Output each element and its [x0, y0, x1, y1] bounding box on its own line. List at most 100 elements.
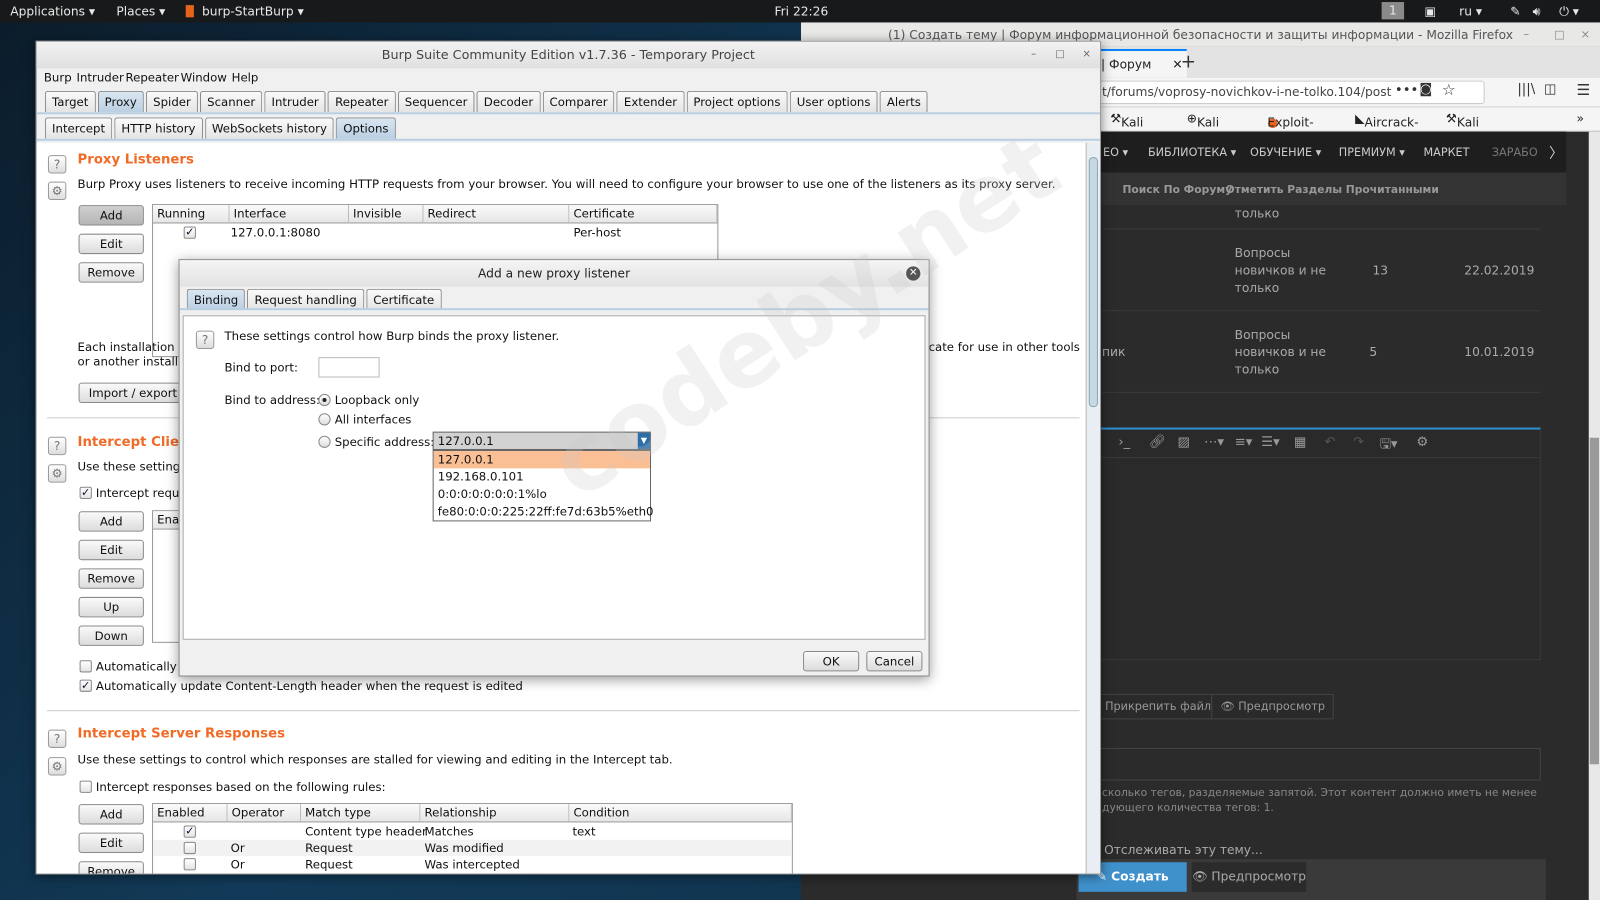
column-header[interactable]: Operator: [227, 804, 302, 823]
scrollbar-thumb[interactable]: [1589, 437, 1599, 765]
chevron-down-icon[interactable]: ▼: [637, 432, 650, 449]
page-scrollbar[interactable]: [1588, 131, 1600, 900]
tab-intruder[interactable]: Intruder: [264, 90, 326, 113]
tab-alerts[interactable]: Alerts: [879, 90, 929, 113]
applications-menu[interactable]: Applications ▾: [10, 4, 95, 18]
bookmark-kali-tools[interactable]: ⊕ Kali Tools: [1187, 111, 1227, 144]
overflow-chevron-icon[interactable]: »: [1577, 111, 1584, 125]
menu-intruder[interactable]: Intruder: [77, 70, 124, 84]
specific-address-radio[interactable]: [318, 435, 331, 448]
scrollbar-thumb[interactable]: [1088, 157, 1098, 408]
pen-icon[interactable]: ✎: [1510, 4, 1520, 18]
tab-target[interactable]: Target: [44, 90, 96, 113]
search-forum-link[interactable]: Поиск По Форуму: [1122, 184, 1232, 196]
response-rules-table[interactable]: Enabled Operator Match type Relationship…: [152, 803, 793, 874]
nav-next-icon[interactable]: 〉: [1549, 143, 1563, 163]
maximize-icon[interactable]: □: [1053, 48, 1067, 62]
help-icon[interactable]: ?: [47, 729, 67, 748]
more-icon[interactable]: •••: [1395, 83, 1418, 98]
tags-input[interactable]: [1096, 747, 1541, 781]
auto-update-checkbox[interactable]: ✓: [79, 679, 92, 692]
ok-button[interactable]: OK: [803, 651, 860, 672]
gear-icon[interactable]: ⚙: [47, 464, 67, 483]
pocket-icon[interactable]: ◙: [1419, 82, 1432, 97]
help-icon[interactable]: ?: [47, 436, 67, 456]
tab-spider[interactable]: Spider: [146, 90, 198, 113]
rule-enabled-checkbox[interactable]: ✓: [183, 826, 196, 838]
port-input[interactable]: [318, 357, 380, 378]
remove-rule-button[interactable]: Remove: [78, 568, 144, 589]
column-header[interactable]: Running: [153, 205, 230, 224]
address-option[interactable]: 192.168.0.101: [434, 468, 650, 485]
more-icon[interactable]: ⋯▾: [1204, 435, 1224, 450]
rule-enabled-checkbox[interactable]: [183, 841, 196, 855]
sidebar-icon[interactable]: ◫: [1544, 82, 1557, 97]
edit-rule-button[interactable]: Edit: [78, 539, 144, 561]
power-icon[interactable]: ⏻ ▾: [1559, 4, 1579, 19]
preview-button[interactable]: 👁︎ Предпросмотр: [1211, 693, 1335, 720]
minimize-icon[interactable]: –: [1027, 48, 1041, 62]
tab-user-options[interactable]: User options: [789, 90, 878, 113]
link-icon[interactable]: 🔗︎: [1149, 435, 1166, 450]
redo-icon[interactable]: ↷: [1353, 435, 1364, 450]
browser-tab[interactable]: | Форум ✕: [1096, 48, 1187, 78]
image-icon[interactable]: ▨: [1178, 435, 1191, 450]
code-icon[interactable]: ›_: [1118, 435, 1130, 450]
tab-sequencer[interactable]: Sequencer: [397, 90, 475, 113]
forum-row[interactable]: Вопросы новичков и не только 13 22.02.20…: [1102, 230, 1541, 312]
column-header[interactable]: Redirect: [423, 205, 570, 224]
save-draft-icon[interactable]: 🖫▾: [1380, 435, 1398, 457]
vertical-scrollbar[interactable]: [1085, 142, 1100, 874]
clock[interactable]: Fri 22:26: [774, 4, 828, 18]
help-icon[interactable]: ?: [195, 330, 215, 349]
column-header[interactable]: Condition: [569, 804, 792, 823]
bookmark-kali-docs[interactable]: ⚒ Kali Docs: [1110, 111, 1151, 144]
intercept-responses-checkbox[interactable]: [79, 780, 92, 793]
address-combobox[interactable]: 127.0.0.1 ▼: [432, 431, 652, 450]
subtab-options[interactable]: Options: [336, 117, 396, 139]
forum-row[interactable]: пик Вопросы новичков и не только 5 10.01…: [1102, 311, 1541, 393]
places-menu[interactable]: Places ▾: [116, 4, 165, 18]
nav-learning[interactable]: ОБУЧЕНИЕ ▾: [1250, 146, 1321, 159]
running-checkbox[interactable]: ✓: [183, 227, 196, 239]
edit-response-rule-button[interactable]: Edit: [78, 832, 144, 854]
video-icon[interactable]: ▣: [1424, 4, 1436, 18]
dialog-tab-request-handling[interactable]: Request handling: [247, 288, 365, 311]
remove-response-rule-button[interactable]: Remove: [78, 861, 144, 874]
auto-fix-checkbox[interactable]: [79, 660, 92, 673]
preview-bottom-button[interactable]: 👁︎ Предпросмотр: [1191, 862, 1307, 892]
nav-premium[interactable]: ПРЕМИУМ ▾: [1339, 146, 1405, 159]
minimize-icon[interactable]: –: [1523, 28, 1529, 41]
maximize-icon[interactable]: □: [1554, 28, 1565, 41]
subtab-http-history[interactable]: HTTP history: [114, 117, 203, 139]
attach-files-button[interactable]: Прикрепить файлы: [1096, 693, 1230, 720]
volume-icon[interactable]: 🔊︎: [1533, 4, 1541, 19]
remove-listener-button[interactable]: Remove: [78, 262, 144, 283]
library-icon[interactable]: |||\: [1517, 82, 1535, 97]
add-rule-button[interactable]: Add: [78, 511, 144, 532]
workspace-indicator[interactable]: 1: [1381, 2, 1405, 20]
undo-icon[interactable]: ↶: [1324, 435, 1335, 450]
column-header[interactable]: Relationship: [420, 804, 570, 823]
loopback-radio[interactable]: [318, 393, 331, 407]
dialog-tab-binding[interactable]: Binding: [186, 288, 246, 311]
gear-icon[interactable]: ⚙: [47, 757, 67, 776]
new-tab-icon[interactable]: +: [1181, 51, 1196, 72]
dialog-tab-certificate[interactable]: Certificate: [366, 288, 442, 311]
bookmark-aircrack[interactable]: ◣ Aircrack-ng: [1355, 111, 1418, 144]
gear-icon[interactable]: ⚙: [47, 181, 67, 200]
tab-project-options[interactable]: Project options: [686, 90, 788, 113]
edit-listener-button[interactable]: Edit: [78, 233, 144, 255]
address-option[interactable]: 127.0.0.1: [433, 451, 650, 469]
nav-library[interactable]: БИБЛИОТЕКА ▾: [1148, 146, 1236, 159]
subtab-websockets-history[interactable]: WebSockets history: [204, 117, 335, 139]
column-header[interactable]: Certificate: [569, 205, 718, 224]
import-export-ca-button[interactable]: Import / export C: [78, 382, 191, 404]
subtab-intercept[interactable]: Intercept: [44, 117, 113, 139]
menu-help[interactable]: Help: [232, 70, 259, 84]
column-header[interactable]: Interface: [229, 205, 349, 224]
tab-extender[interactable]: Extender: [616, 90, 685, 113]
close-icon[interactable]: ✕: [906, 266, 921, 281]
column-header[interactable]: Enabled: [153, 804, 228, 823]
tab-comparer[interactable]: Comparer: [542, 90, 615, 113]
